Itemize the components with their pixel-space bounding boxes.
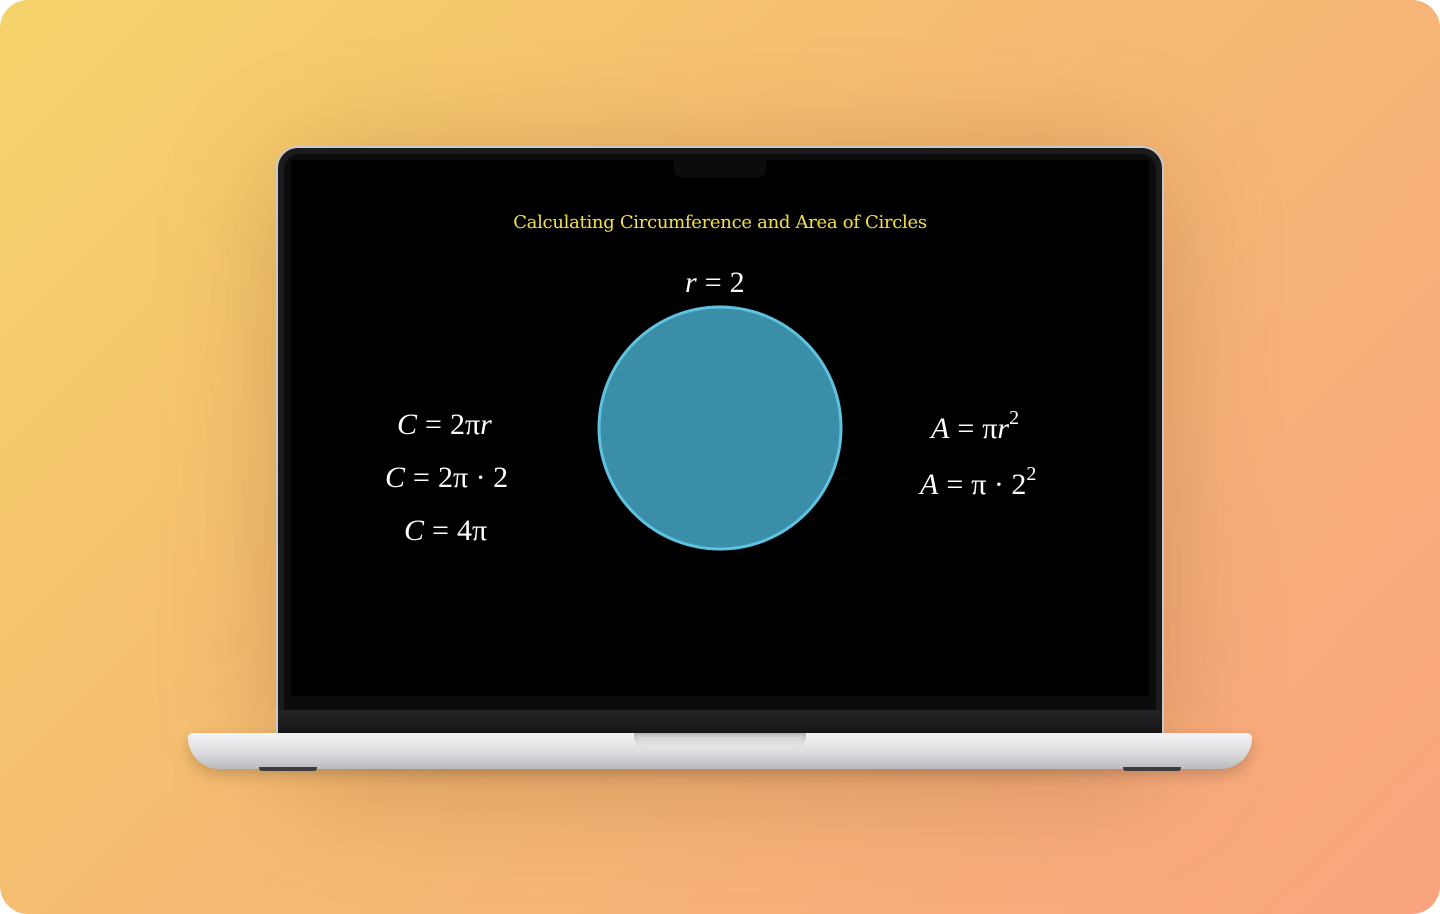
eq-lhs: C: [397, 408, 418, 441]
eq-rhs: 2π: [449, 408, 481, 441]
eq-rhs-var: r: [997, 412, 1010, 445]
eq-exponent: 2: [1009, 407, 1020, 429]
slide-title: Calculating Circumference and Area of Ci…: [513, 212, 927, 233]
eq-lhs: A: [920, 468, 939, 501]
eq-lhs: C: [385, 461, 406, 494]
eq-op: =: [946, 468, 964, 501]
laptop-screen: Calculating Circumference and Area of Ci…: [291, 160, 1149, 696]
eq-op: =: [413, 461, 430, 494]
eq-rhs: 4π: [456, 514, 488, 547]
eq-rhs: 2π · 2: [437, 461, 509, 494]
circumference-eq-2: C = 2π · 2: [385, 461, 508, 495]
radius-label: r = 2: [685, 266, 745, 300]
laptop-opening-notch: [634, 733, 806, 748]
radius-var: r: [685, 266, 697, 299]
camera-notch: [674, 160, 766, 178]
laptop-foot-right: [1123, 767, 1181, 771]
radius-value: 2: [729, 266, 745, 299]
circumference-eq-1: C = 2πr: [397, 408, 492, 442]
eq-rhs-var: r: [480, 408, 492, 441]
eq-lhs: C: [404, 514, 425, 547]
radius-op: =: [704, 266, 722, 299]
circle-shape: [597, 305, 843, 551]
eq-op: =: [425, 408, 442, 441]
eq-exponent: 2: [1026, 463, 1037, 485]
eq-lhs: A: [931, 412, 950, 445]
eq-rhs: π · 2: [971, 468, 1027, 501]
eq-op: =: [957, 412, 975, 445]
area-eq-2: A = π · 22: [920, 464, 1036, 502]
laptop-foot-left: [259, 767, 317, 771]
eq-op: =: [432, 514, 449, 547]
area-eq-1: A = πr2: [931, 408, 1019, 446]
circle-diagram: [597, 305, 843, 551]
circumference-eq-3: C = 4π: [404, 514, 487, 548]
eq-rhs: π: [982, 412, 998, 445]
